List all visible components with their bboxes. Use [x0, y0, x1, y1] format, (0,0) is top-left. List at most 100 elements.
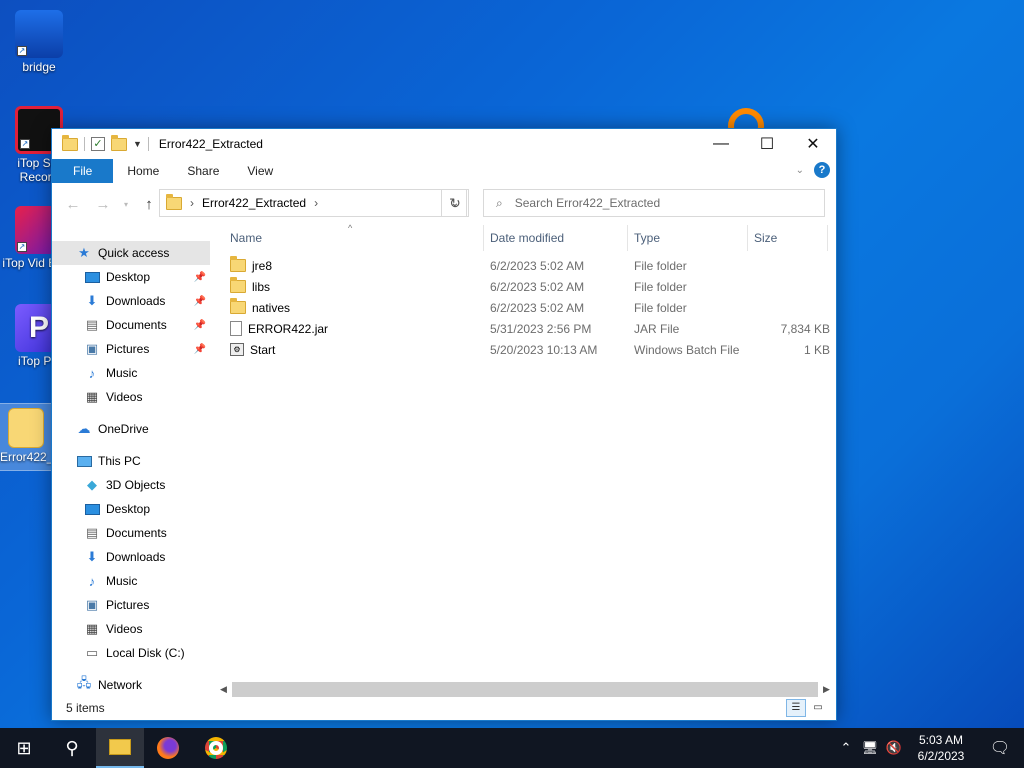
large-icons-view-icon[interactable]: ▭	[808, 699, 828, 717]
pin-icon[interactable]: 📌	[194, 344, 206, 355]
nav-label: Desktop	[106, 502, 151, 516]
forward-arrow-icon[interactable]: →	[90, 196, 116, 213]
scrollbar-thumb[interactable]	[232, 682, 818, 697]
file-row[interactable]: ERROR422.jar 5/31/2023 2:56 PM JAR File …	[217, 318, 836, 339]
nav-pc-music[interactable]: ♪ Music	[52, 569, 210, 593]
windows-logo-icon: ⊞	[16, 737, 32, 758]
maximize-button[interactable]: ☐	[744, 129, 790, 159]
search-icon: ⚲	[65, 737, 79, 758]
clock-time: 5:03 AM	[918, 733, 964, 747]
desktop-icon-bridge[interactable]: ↗ bridge	[1, 10, 77, 74]
nav-label: Quick access	[98, 246, 170, 260]
column-header-type[interactable]: Type	[628, 225, 748, 251]
nav-quick-music[interactable]: ♪ Music	[52, 361, 210, 385]
network-icon[interactable]: 🖥	[858, 740, 882, 756]
breadcrumb-separator-icon[interactable]: ›	[190, 196, 194, 210]
nav-pc-local-disk[interactable]: ▭ Local Disk (C:)	[52, 641, 210, 665]
nav-quick-downloads[interactable]: ⬇ Downloads 📌	[52, 289, 210, 313]
search-icon: ⌕	[496, 195, 503, 210]
computer-icon	[76, 453, 92, 469]
taskbar-chrome[interactable]	[192, 728, 240, 768]
customize-toolbar-icon[interactable]: ▼	[133, 139, 142, 149]
taskbar-firefox[interactable]	[144, 728, 192, 768]
column-header-name[interactable]: Name	[217, 225, 484, 251]
new-folder-icon[interactable]	[111, 134, 127, 151]
nav-pc-videos[interactable]: ▦ Videos	[52, 617, 210, 641]
column-header-size[interactable]: Size	[748, 225, 828, 251]
desktop-icon-error422-folder[interactable]: Error422_	[0, 403, 53, 471]
nav-quick-documents[interactable]: ▤ Documents 📌	[52, 313, 210, 337]
file-name: jre8	[252, 258, 273, 273]
nav-quick-desktop[interactable]: Desktop 📌	[52, 265, 210, 289]
pin-icon[interactable]: 📌	[194, 272, 206, 283]
column-headers: Name Date modified Type Size	[217, 225, 836, 251]
nav-label: 3D Objects	[106, 478, 166, 492]
item-count: 5 items	[66, 701, 105, 715]
scroll-left-icon[interactable]: ◀	[215, 684, 232, 695]
details-view-icon[interactable]: ☰	[786, 699, 806, 717]
pin-icon[interactable]: 📌	[194, 296, 206, 307]
nav-onedrive[interactable]: ☁ OneDrive	[52, 417, 210, 441]
taskbar-file-explorer[interactable]	[96, 728, 144, 768]
tab-share[interactable]: Share	[173, 159, 233, 183]
nav-pc-pictures[interactable]: ▣ Pictures	[52, 593, 210, 617]
show-hidden-icons-icon[interactable]: ⌃	[834, 740, 858, 756]
tab-home[interactable]: Home	[113, 159, 173, 183]
file-row[interactable]: ⚙ Start 5/20/2023 10:13 AM Windows Batch …	[217, 339, 836, 360]
search-input[interactable]: ⌕ Search Error422_Extracted	[483, 189, 825, 217]
help-icon[interactable]: ?	[814, 162, 830, 178]
file-size: 7,834 KB	[780, 321, 830, 336]
folder-icon	[230, 256, 246, 272]
download-icon: ⬇	[86, 293, 98, 308]
pin-icon[interactable]: 📌	[194, 320, 206, 331]
tab-view[interactable]: View	[233, 159, 287, 183]
address-bar[interactable]: › Error422_Extracted › ⌄	[159, 189, 467, 217]
properties-icon[interactable]: ✓	[91, 137, 105, 151]
column-header-date[interactable]: Date modified	[484, 225, 628, 251]
file-list: ^ Name Date modified Type Size jre8 6/2/…	[217, 223, 836, 685]
nav-label: Pictures	[106, 598, 150, 612]
close-button[interactable]: ✕	[790, 129, 836, 159]
clock[interactable]: 5:03 AM 6/2/2023	[906, 732, 976, 764]
nav-label: Network	[98, 678, 143, 692]
refresh-button[interactable]: ↻	[441, 189, 469, 217]
notification-center-icon[interactable]: 🗨	[976, 738, 1024, 758]
nav-pc-downloads[interactable]: ⬇ Downloads	[52, 545, 210, 569]
nav-label: Downloads	[106, 294, 166, 308]
folder-icon	[62, 134, 78, 151]
navigation-pane: ★ Quick access Desktop 📌 ⬇ Downloads 📌 ▤…	[52, 241, 210, 696]
file-row[interactable]: jre8 6/2/2023 5:02 AM File folder	[217, 255, 836, 276]
nav-quick-pictures[interactable]: ▣ Pictures 📌	[52, 337, 210, 361]
file-row[interactable]: libs 6/2/2023 5:02 AM File folder	[217, 276, 836, 297]
tab-file[interactable]: File	[52, 159, 114, 183]
volume-muted-icon[interactable]: 🔇	[882, 740, 906, 756]
minimize-button[interactable]: —	[698, 129, 744, 159]
download-icon: ⬇	[86, 549, 98, 564]
file-row[interactable]: natives 6/2/2023 5:02 AM File folder	[217, 297, 836, 318]
file-type: Windows Batch File	[634, 342, 740, 357]
folder-icon	[230, 277, 246, 293]
breadcrumb-separator-icon[interactable]: ›	[314, 196, 318, 210]
batch-file-icon: ⚙	[230, 343, 244, 356]
start-button[interactable]: ⊞	[0, 728, 48, 768]
ribbon-tabs: File Home Share View ⌄ ?	[52, 159, 836, 183]
title-bar[interactable]: ✓ ▼ Error422_Extracted — ☐ ✕	[52, 129, 836, 159]
nav-quick-access[interactable]: ★ Quick access	[52, 241, 210, 265]
videos-icon: ▦	[85, 621, 99, 636]
breadcrumb-segment[interactable]: Error422_Extracted	[202, 196, 306, 210]
search-button[interactable]: ⚲	[48, 728, 96, 768]
back-arrow-icon[interactable]: ←	[60, 196, 86, 213]
scroll-right-icon[interactable]: ▶	[818, 684, 835, 695]
system-tray: ⌃ 🖥 🔇 5:03 AM 6/2/2023 🗨	[834, 728, 1024, 768]
file-name: ERROR422.jar	[248, 321, 329, 336]
nav-quick-videos[interactable]: ▦ Videos	[52, 385, 210, 409]
quick-access-toolbar: ✓ ▼	[52, 134, 142, 151]
expand-ribbon-icon[interactable]: ⌄	[796, 165, 804, 176]
nav-this-pc[interactable]: This PC	[52, 449, 210, 473]
nav-network[interactable]: 🖧 Network	[52, 673, 210, 696]
nav-pc-3d-objects[interactable]: ◆ 3D Objects	[52, 473, 210, 497]
recent-locations-icon[interactable]: ▾	[120, 200, 132, 209]
nav-pc-documents[interactable]: ▤ Documents	[52, 521, 210, 545]
nav-pc-desktop[interactable]: Desktop	[52, 497, 210, 521]
desktop-icon	[84, 269, 100, 285]
